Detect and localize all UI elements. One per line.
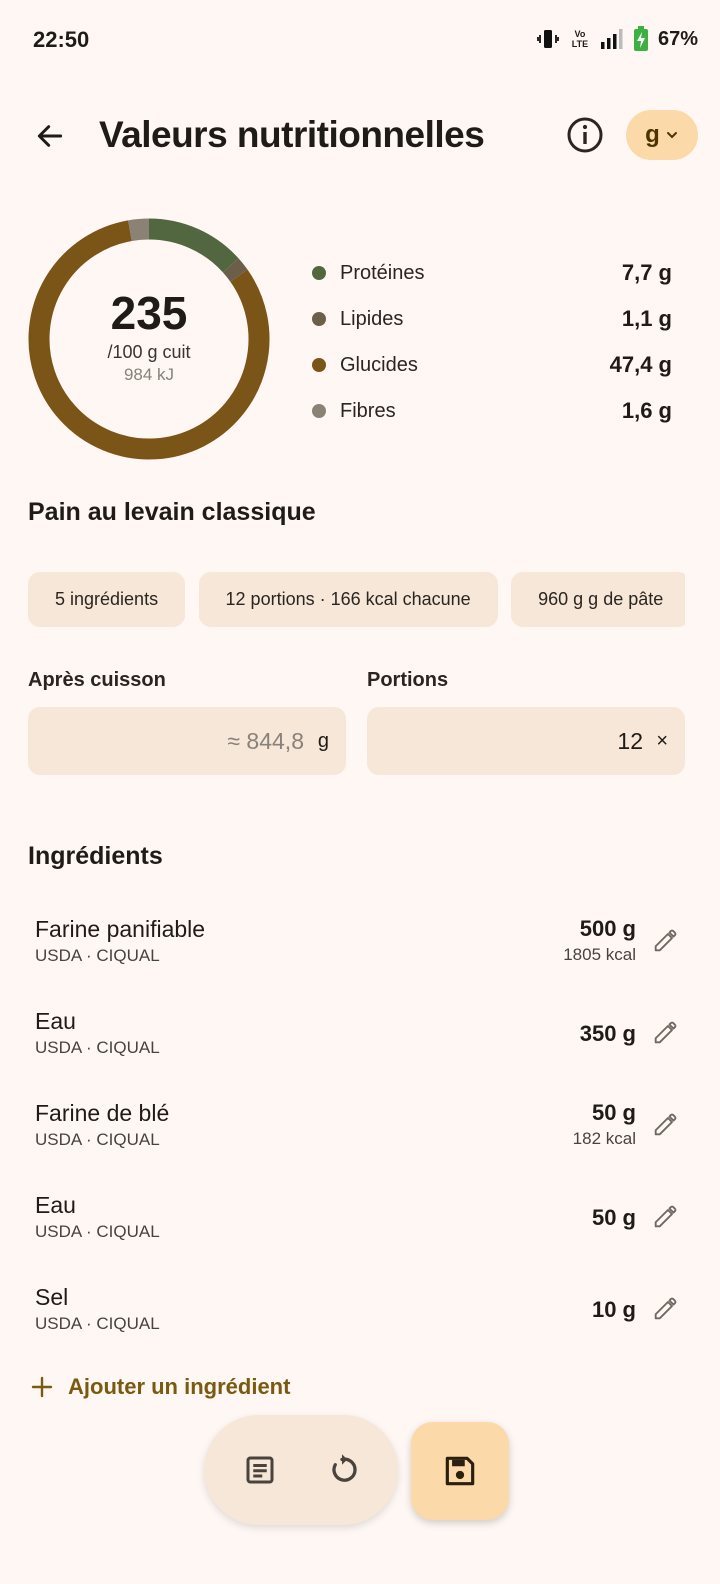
kcal-per-label: /100 g cuit bbox=[107, 342, 191, 362]
ingredient-name: Farine de blé bbox=[35, 1100, 170, 1126]
kcal-value: 235 bbox=[110, 287, 188, 339]
info-icon bbox=[567, 117, 603, 153]
portions-field[interactable]: 12 × bbox=[367, 707, 685, 775]
macro-row-lipides: Lipides 1,1 g bbox=[312, 296, 672, 342]
legend-dot bbox=[312, 358, 326, 372]
arrow-back-icon bbox=[37, 125, 63, 147]
battery-percent: 67% bbox=[657, 27, 698, 50]
legend-dot bbox=[312, 404, 326, 418]
ingredients-title: Ingrédients bbox=[28, 842, 163, 870]
chevron-down-icon bbox=[666, 132, 677, 139]
donut-segment-lipides bbox=[222, 258, 248, 282]
macro-name: Lipides bbox=[340, 307, 404, 330]
after-cooking-unit: g bbox=[317, 730, 329, 752]
ingredient-quantity: 350 g bbox=[579, 1021, 636, 1046]
legend-dot bbox=[312, 266, 326, 280]
signal-icon bbox=[600, 29, 623, 49]
macro-name: Glucides bbox=[340, 353, 418, 376]
ingredient-quantity: 500 g bbox=[579, 916, 636, 941]
recipe-chips[interactable]: 5 ingrédients 12 portions · 166 kcal cha… bbox=[28, 572, 685, 628]
volte-icon: Vo LTE bbox=[571, 29, 589, 49]
kcal-summary: 235 /100 g cuit 984 kJ bbox=[28, 290, 270, 385]
donut-segment-fibres bbox=[128, 218, 150, 242]
add-ingredient-button[interactable]: Ajouter un ingrédient bbox=[30, 1374, 290, 1400]
recipe-name: Pain au levain classique bbox=[28, 498, 316, 526]
pencil-icon[interactable] bbox=[651, 1019, 679, 1047]
bottom-action-bar bbox=[204, 1415, 398, 1525]
notes-button[interactable] bbox=[238, 1448, 282, 1492]
status-bar: 22:50 Vo LTE 67% bbox=[0, 0, 720, 80]
macro-name: Fibres bbox=[340, 399, 396, 422]
kj-value: 984 kJ bbox=[123, 365, 175, 384]
top-app-bar: Valeurs nutritionnelles g bbox=[0, 100, 720, 172]
ingredient-source: USDA · CIQUAL bbox=[35, 1130, 160, 1149]
macro-row-glucides: Glucides 47,4 g bbox=[312, 342, 672, 388]
ingredient-row[interactable]: Eau USDA · CIQUAL 350 g bbox=[0, 1008, 720, 1100]
macro-row-proteines: Protéines 7,7 g bbox=[312, 250, 672, 296]
ingredient-row[interactable]: Sel USDA · CIQUAL 10 g bbox=[0, 1284, 720, 1376]
after-cooking-value: ≈ 844,8 bbox=[227, 728, 304, 754]
legend-dot bbox=[312, 312, 326, 326]
ingredient-name: Farine panifiable bbox=[35, 916, 206, 942]
macro-name: Protéines bbox=[340, 261, 425, 284]
ingredient-source: USDA · CIQUAL bbox=[35, 1314, 160, 1333]
ingredient-kcal: 182 kcal bbox=[572, 1129, 636, 1148]
ingredient-name: Eau bbox=[35, 1008, 76, 1034]
back-button[interactable] bbox=[28, 114, 72, 158]
page-title: Valeurs nutritionnelles bbox=[99, 114, 485, 155]
pencil-icon[interactable] bbox=[651, 1295, 679, 1323]
after-cooking-field[interactable]: ≈ 844,8 g bbox=[28, 707, 346, 775]
ingredient-row[interactable]: Farine de blé USDA · CIQUAL 50 g 182 kca… bbox=[0, 1100, 720, 1192]
macro-row-fibres: Fibres 1,6 g bbox=[312, 388, 672, 434]
save-icon bbox=[445, 1456, 475, 1486]
ingredient-kcal: 1805 kcal bbox=[563, 945, 636, 964]
unit-selector-label: g bbox=[645, 121, 660, 148]
ingredient-source: USDA · CIQUAL bbox=[35, 1222, 160, 1241]
ingredient-quantity: 50 g bbox=[591, 1100, 636, 1125]
donut-segment-protéines bbox=[148, 218, 239, 273]
ingredient-row[interactable]: Eau USDA · CIQUAL 50 g bbox=[0, 1192, 720, 1284]
unit-selector[interactable]: g bbox=[626, 110, 698, 160]
chip-portions: 12 portions · 166 kcal chacune bbox=[198, 572, 498, 627]
status-time: 22:50 bbox=[33, 27, 90, 52]
reset-button[interactable] bbox=[320, 1448, 364, 1492]
ingredient-quantity: 50 g bbox=[591, 1205, 636, 1230]
portions-suffix: × bbox=[656, 730, 668, 752]
battery-charging-icon bbox=[633, 26, 648, 51]
ingredient-row[interactable]: Farine panifiable USDA · CIQUAL 500 g 18… bbox=[0, 916, 720, 1008]
portions-label: Portions bbox=[367, 669, 449, 691]
ingredient-name: Sel bbox=[35, 1284, 69, 1310]
notes-icon bbox=[246, 1456, 274, 1484]
ingredient-source: USDA · CIQUAL bbox=[35, 946, 160, 965]
macro-value: 7,7 g bbox=[621, 260, 672, 285]
macro-value: 1,1 g bbox=[621, 306, 672, 331]
portions-value: 12 bbox=[617, 728, 643, 754]
macro-legend: Protéines 7,7 g Lipides 1,1 g Glucides 4… bbox=[312, 250, 672, 434]
info-button[interactable] bbox=[565, 115, 605, 155]
ingredient-source: USDA · CIQUAL bbox=[35, 1038, 160, 1057]
plus-icon bbox=[31, 1376, 53, 1398]
refresh-icon bbox=[332, 1454, 357, 1482]
chip-dough-weight: 960 g g de pâte bbox=[511, 572, 685, 627]
status-icons: Vo LTE 67% bbox=[536, 26, 698, 52]
vibrate-icon bbox=[537, 30, 559, 48]
save-button[interactable] bbox=[411, 1422, 509, 1520]
pencil-icon[interactable] bbox=[651, 1203, 679, 1231]
after-cooking-label: Après cuisson bbox=[28, 669, 166, 691]
macro-value: 1,6 g bbox=[621, 398, 672, 423]
ingredient-quantity: 10 g bbox=[591, 1297, 636, 1322]
pencil-icon[interactable] bbox=[651, 1111, 679, 1139]
chip-ingredients-count: 5 ingrédients bbox=[28, 572, 186, 627]
ingredient-name: Eau bbox=[35, 1192, 76, 1218]
pencil-icon[interactable] bbox=[651, 927, 679, 955]
macro-value: 47,4 g bbox=[609, 352, 672, 377]
add-ingredient-label: Ajouter un ingrédient bbox=[68, 1374, 291, 1399]
